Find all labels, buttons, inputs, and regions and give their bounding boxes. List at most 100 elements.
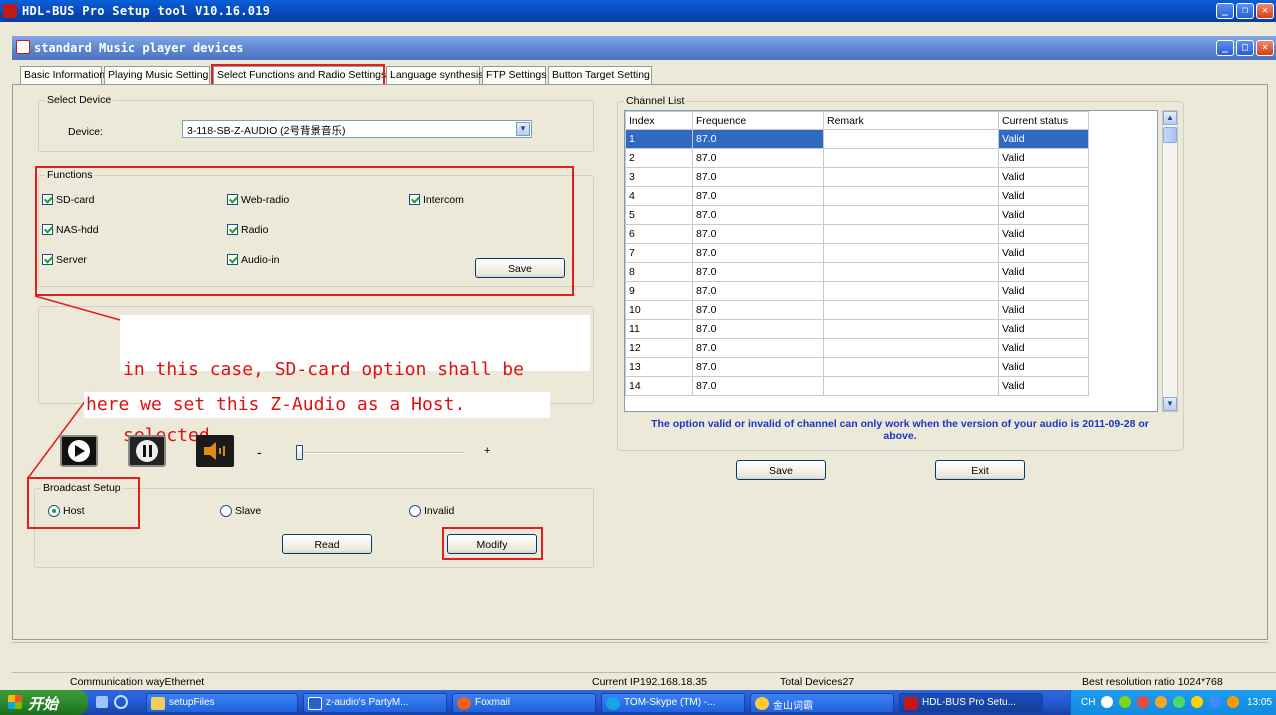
slave-radio[interactable]: Slave [220,505,261,517]
minimize-icon[interactable]: _ [1216,3,1234,19]
table-row[interactable]: 8 87.0 Valid [625,262,1089,282]
cell-remark[interactable] [823,148,999,168]
cell-index[interactable]: 8 [625,262,693,282]
task-tom-skype[interactable]: TOM-Skype (TM) -... [601,693,745,713]
cell-remark[interactable] [823,243,999,263]
cell-index[interactable]: 1 [625,129,693,149]
cell-remark[interactable] [823,167,999,187]
cell-remark[interactable] [823,376,999,396]
cell-frequence[interactable]: 87.0 [692,186,824,206]
volume-slider-thumb[interactable] [296,445,304,460]
cell-remark[interactable] [823,357,999,377]
cell-index[interactable]: 6 [625,224,693,244]
table-row[interactable]: 13 87.0 Valid [625,357,1089,377]
quicklaunch-icon[interactable] [96,696,108,708]
tray-icon-5[interactable] [1173,696,1185,708]
volume-button[interactable] [196,435,234,467]
col-current-status[interactable]: Current status [998,111,1089,130]
table-row[interactable]: 4 87.0 Valid [625,186,1089,206]
cell-index[interactable]: 11 [625,319,693,339]
table-row[interactable]: 3 87.0 Valid [625,167,1089,187]
task-kingsoft[interactable]: 金山词霸 [750,693,894,713]
cell-frequence[interactable]: 87.0 [692,300,824,320]
tray-icon-6[interactable] [1191,696,1203,708]
cell-status[interactable]: Valid [998,262,1089,282]
inner-maximize-icon[interactable]: □ [1236,40,1254,56]
cell-frequence[interactable]: 87.0 [692,148,824,168]
cell-index[interactable]: 5 [625,205,693,225]
task-setupfiles[interactable]: setupFiles [146,693,298,713]
table-row[interactable]: 11 87.0 Valid [625,319,1089,339]
exit-button[interactable]: Exit [935,460,1025,480]
cell-status[interactable]: Valid [998,224,1089,244]
cell-remark[interactable] [823,186,999,206]
channel-table[interactable]: Index Frequence Remark Current status 18… [624,110,1158,412]
cell-status[interactable]: Valid [998,281,1089,301]
cell-remark[interactable] [823,319,999,339]
cell-status[interactable]: Valid [998,148,1089,168]
cell-status[interactable]: Valid [998,186,1089,206]
cell-remark[interactable] [823,205,999,225]
cell-frequence[interactable]: 87.0 [692,262,824,282]
cell-status[interactable]: Valid [998,167,1089,187]
cell-index[interactable]: 12 [625,338,693,358]
table-row[interactable]: 10 87.0 Valid [625,300,1089,320]
cell-remark[interactable] [823,281,999,301]
cell-frequence[interactable]: 87.0 [692,129,824,149]
table-row[interactable]: 9 87.0 Valid [625,281,1089,301]
tray-icon-3[interactable] [1137,696,1149,708]
table-row[interactable]: 12 87.0 Valid [625,338,1089,358]
cell-frequence[interactable]: 87.0 [692,205,824,225]
cell-index[interactable]: 10 [625,300,693,320]
cell-index[interactable]: 2 [625,148,693,168]
cell-status[interactable]: Valid [998,376,1089,396]
invalid-radio[interactable]: Invalid [409,505,454,517]
cell-status[interactable]: Valid [998,357,1089,377]
task-hdl-bus[interactable]: HDL-BUS Pro Setu... [899,693,1043,713]
tray-icon-4[interactable] [1155,696,1167,708]
tray-icon-8[interactable] [1227,696,1239,708]
scroll-down-icon[interactable]: ▼ [1163,397,1177,411]
cell-index[interactable]: 9 [625,281,693,301]
ie-icon[interactable] [114,695,128,709]
inner-minimize-icon[interactable]: _ [1216,40,1234,56]
tray-icon-2[interactable] [1119,696,1131,708]
table-row[interactable]: 2 87.0 Valid [625,148,1089,168]
cell-frequence[interactable]: 87.0 [692,243,824,263]
col-frequence[interactable]: Frequence [692,111,824,130]
task-word[interactable]: z-audio's PartyM... [303,693,447,713]
pause-button[interactable] [128,435,166,467]
cell-frequence[interactable]: 87.0 [692,224,824,244]
cell-status[interactable]: Valid [998,243,1089,263]
cell-remark[interactable] [823,129,999,149]
table-row[interactable]: 6 87.0 Valid [625,224,1089,244]
cell-status[interactable]: Valid [998,319,1089,339]
cell-index[interactable]: 13 [625,357,693,377]
cell-remark[interactable] [823,262,999,282]
table-row[interactable]: 5 87.0 Valid [625,205,1089,225]
cell-frequence[interactable]: 87.0 [692,357,824,377]
play-button[interactable] [60,435,98,467]
start-button[interactable]: 开始 [0,690,88,715]
close-icon[interactable]: ✕ [1256,3,1274,19]
task-foxmail[interactable]: Foxmail [452,693,596,713]
cell-index[interactable]: 4 [625,186,693,206]
cell-frequence[interactable]: 87.0 [692,338,824,358]
cell-frequence[interactable]: 87.0 [692,319,824,339]
table-row[interactable]: 1 87.0 Valid [625,129,1089,149]
tray-language[interactable]: CH [1081,697,1095,708]
channel-save-button[interactable]: Save [736,460,826,480]
volume-slider-track[interactable] [296,452,464,454]
cell-status[interactable]: Valid [998,300,1089,320]
cell-remark[interactable] [823,224,999,244]
cell-frequence[interactable]: 87.0 [692,167,824,187]
read-button[interactable]: Read [282,534,372,554]
scroll-thumb[interactable] [1163,127,1177,143]
inner-close-icon[interactable]: ✕ [1256,40,1274,56]
tray-icon-7[interactable] [1209,696,1221,708]
table-row[interactable]: 14 87.0 Valid [625,376,1089,396]
cell-index[interactable]: 3 [625,167,693,187]
channel-table-scrollbar[interactable]: ▲ ▼ [1162,110,1178,412]
col-remark[interactable]: Remark [823,111,999,130]
cell-frequence[interactable]: 87.0 [692,281,824,301]
